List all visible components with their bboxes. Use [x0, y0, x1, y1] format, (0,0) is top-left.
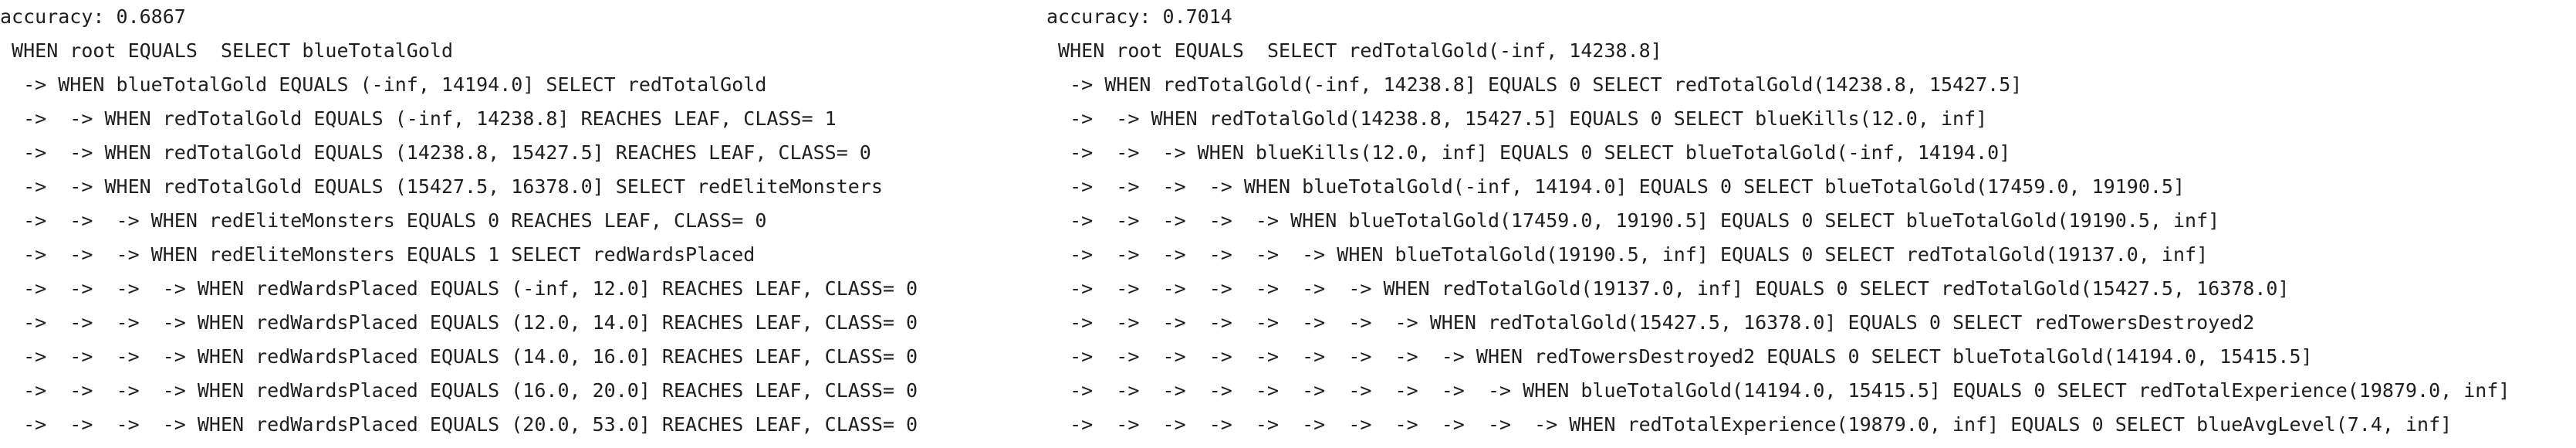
tree-line: -> -> -> -> WHEN redWardsPlaced EQUALS (… — [0, 345, 918, 368]
tree-line: -> WHEN blueTotalGold EQUALS (-inf, 1419… — [0, 73, 767, 96]
tree-line: -> -> WHEN redTotalGold EQUALS (15427.5,… — [0, 175, 883, 198]
tree-line: -> -> -> -> -> -> -> -> -> -> -> WHEN re… — [1046, 413, 2453, 436]
accuracy-label: accuracy: 0.6867 — [0, 5, 186, 28]
left-output-panel: accuracy: 0.6867 WHEN root EQUALS SELECT… — [0, 0, 1042, 448]
tree-line: -> -> WHEN redTotalGold EQUALS (-inf, 14… — [0, 107, 837, 130]
tree-line: -> -> WHEN redTotalGold EQUALS (14238.8,… — [0, 141, 871, 164]
tree-line: -> -> -> WHEN redEliteMonsters EQUALS 1 … — [0, 243, 756, 266]
tree-line: WHEN root EQUALS SELECT redTotalGold(-in… — [1046, 39, 1662, 62]
tree-line: -> WHEN redTotalGold(-inf, 14238.8] EQUA… — [1046, 73, 2023, 96]
right-output-panel: accuracy: 0.7014 WHEN root EQUALS SELECT… — [1046, 0, 2576, 448]
tree-line: -> -> -> WHEN redEliteMonsters EQUALS 0 … — [0, 209, 767, 232]
accuracy-label: accuracy: 0.7014 — [1046, 5, 1232, 28]
tree-line: -> -> -> -> -> -> WHEN blueTotalGold(191… — [1046, 243, 2209, 266]
tree-line: -> -> -> -> WHEN redWardsPlaced EQUALS (… — [0, 413, 918, 436]
tree-line: WHEN root EQUALS SELECT blueTotalGold — [0, 39, 453, 62]
tree-line: -> -> -> -> -> -> -> -> -> WHEN redTower… — [1046, 345, 2313, 368]
tree-line: -> -> -> WHEN blueKills(12.0, inf] EQUAL… — [1046, 141, 2011, 164]
tree-line: -> -> -> -> -> -> -> -> WHEN redTotalGol… — [1046, 311, 2255, 334]
tree-line: -> -> -> -> -> -> -> -> -> -> WHEN blueT… — [1046, 379, 2510, 402]
tree-line: -> -> -> -> WHEN redWardsPlaced EQUALS (… — [0, 277, 918, 300]
tree-line: -> -> -> -> WHEN blueTotalGold(-inf, 141… — [1046, 175, 2186, 198]
tree-line: -> -> -> -> WHEN redWardsPlaced EQUALS (… — [0, 379, 918, 402]
tree-line: -> -> -> -> -> -> -> WHEN redTotalGold(1… — [1046, 277, 2290, 300]
tree-line: -> -> -> -> WHEN redWardsPlaced EQUALS (… — [0, 311, 918, 334]
tree-line: -> -> -> -> -> WHEN blueTotalGold(17459.… — [1046, 209, 2220, 232]
tree-line: -> -> WHEN redTotalGold(14238.8, 15427.5… — [1046, 107, 1988, 130]
